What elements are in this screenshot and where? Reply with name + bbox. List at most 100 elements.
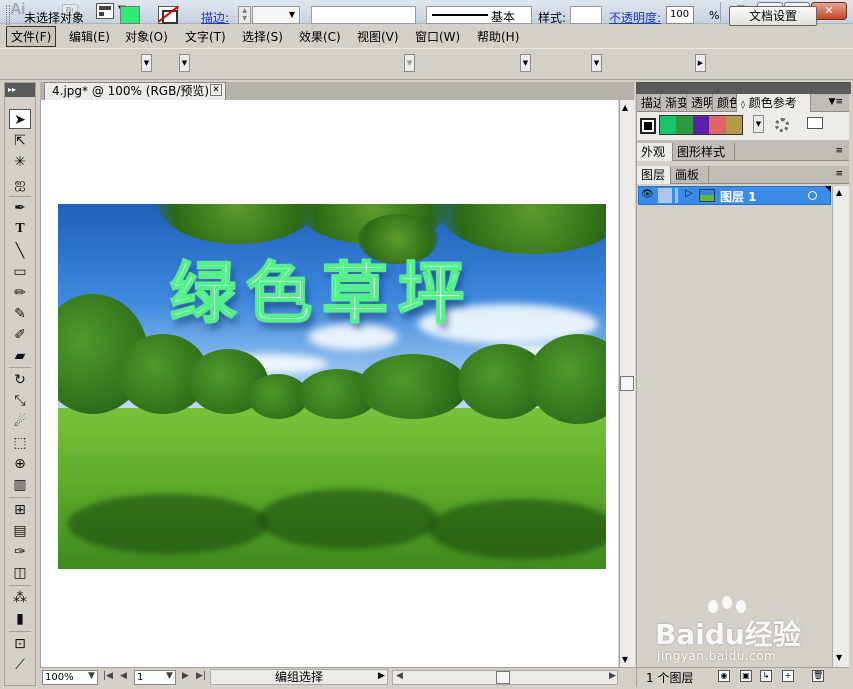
page-dropdown-icon[interactable]: ▼	[166, 671, 173, 681]
horizontal-scroll-thumb[interactable]	[496, 671, 510, 684]
scroll-up-icon[interactable]: ▲	[622, 103, 628, 112]
tools-panel-header[interactable]: ▸▸	[5, 83, 35, 97]
graphic-style-swatch[interactable]	[570, 6, 602, 24]
visibility-eye-icon[interactable]: 👁	[641, 189, 654, 200]
stroke-weight-field[interactable]: ▼	[252, 6, 300, 24]
tab-stroke[interactable]: 描边	[637, 94, 661, 112]
scroll-down-icon[interactable]: ▼	[622, 655, 628, 664]
fill-swatch[interactable]	[120, 6, 140, 24]
layers-scrollbar[interactable]	[832, 186, 849, 667]
delete-layer-icon[interactable]: 🗑	[812, 670, 824, 682]
fill-dropdown-icon[interactable]: ▼	[141, 54, 152, 72]
magic-wand-tool-icon[interactable]: ✳	[9, 152, 31, 172]
panel-menu-icon[interactable]: ≡	[835, 146, 843, 156]
profile-dropdown-icon[interactable]: ▼	[404, 54, 415, 72]
direct-selection-tool-icon[interactable]: ⇱	[9, 131, 31, 151]
prev-page-icon[interactable]: ◀	[120, 671, 127, 681]
graph-tool-icon[interactable]: ▥	[9, 475, 31, 495]
lasso-tool-icon[interactable]: ஐ	[9, 174, 31, 194]
harmony-swatch[interactable]	[692, 116, 710, 134]
panel-menu-icon[interactable]: ≡	[835, 169, 843, 179]
layer-name[interactable]: 图层 1	[720, 188, 757, 205]
menu-window[interactable]: 窗口(W)	[415, 28, 460, 45]
variable-width-profile[interactable]	[311, 6, 416, 24]
placed-photo[interactable]: 绿色草坪	[58, 204, 606, 569]
tab-transparency[interactable]: 透明	[687, 94, 713, 112]
harmony-strip[interactable]	[659, 115, 743, 135]
tab-graphic-styles[interactable]: 图形样式	[673, 143, 735, 161]
scroll-left-icon[interactable]: ◀	[396, 671, 403, 681]
symbol-sprayer-tool-icon[interactable]: ⁂	[9, 588, 31, 608]
tab-gradient[interactable]: 渐变	[661, 94, 687, 112]
vertical-scroll-thumb[interactable]	[620, 376, 634, 391]
next-page-icon[interactable]: ▶	[182, 671, 189, 681]
control-bar-grip[interactable]	[6, 5, 10, 27]
warp-tool-icon[interactable]: ☄	[9, 412, 31, 432]
opacity-label[interactable]: 不透明度:	[609, 9, 661, 26]
pen-tool-icon[interactable]: ✒	[9, 198, 31, 218]
menu-file[interactable]: 文件(F)	[6, 26, 57, 47]
document-setup-button[interactable]: 文档设置	[729, 6, 817, 26]
harmony-swatch[interactable]	[725, 116, 743, 134]
shape-builder-tool-icon[interactable]: ⊕	[9, 454, 31, 474]
clipping-mask-icon[interactable]: ▣	[740, 670, 752, 682]
zoom-dropdown-icon[interactable]: ▼	[88, 671, 95, 681]
selection-tool-icon[interactable]: ➤	[9, 109, 31, 129]
blend-tool-icon[interactable]: ◫	[9, 563, 31, 583]
status-text[interactable]: 编组选择	[210, 669, 388, 685]
new-layer-icon[interactable]: +	[782, 670, 794, 682]
type-tool-icon[interactable]: T	[9, 219, 31, 239]
harmony-swatch[interactable]	[709, 116, 726, 134]
headline-text[interactable]: 绿色草坪	[169, 240, 474, 336]
menu-help[interactable]: 帮助(H)	[477, 28, 519, 45]
locate-object-icon[interactable]: ◉	[718, 670, 730, 682]
tab-color-guide[interactable]: ◊ 颜色参考	[737, 94, 811, 112]
scale-tool-icon[interactable]: ⤡	[9, 391, 31, 411]
new-sublayer-icon[interactable]: ↳	[760, 670, 772, 682]
tab-close-icon[interactable]: ✕	[210, 84, 222, 96]
tab-color[interactable]: 颜色	[713, 94, 737, 112]
save-color-group-icon[interactable]	[807, 117, 823, 129]
lock-toggle[interactable]	[658, 188, 672, 203]
rectangle-tool-icon[interactable]: ▭	[9, 262, 31, 282]
pencil-tool-icon[interactable]: ✎	[9, 304, 31, 324]
menu-object[interactable]: 对象(O)	[125, 28, 168, 45]
document-tab[interactable]: 4.jpg* @ 100% (RGB/预览)	[44, 82, 226, 100]
stroke-weight-spinner[interactable]: ▲ ▼	[238, 6, 251, 24]
stroke-dropdown-icon[interactable]: ▼	[179, 54, 190, 72]
paintbrush-tool-icon[interactable]: ✏	[9, 283, 31, 303]
base-color-swatch[interactable]	[640, 118, 656, 134]
last-page-icon[interactable]: ▶|	[196, 671, 206, 681]
first-page-icon[interactable]: |◀	[103, 671, 113, 681]
eraser-tool-icon[interactable]: ▰	[9, 346, 31, 366]
opacity-dropdown-icon[interactable]: ▶	[695, 54, 706, 72]
expand-triangle-icon[interactable]: ▷	[685, 188, 693, 199]
blob-brush-tool-icon[interactable]: ✐	[9, 325, 31, 345]
harmony-swatch[interactable]	[676, 116, 693, 134]
slice-tool-icon[interactable]: ⟋	[9, 655, 31, 675]
layers-list[interactable]	[637, 205, 831, 667]
scroll-right-icon[interactable]: ▶	[609, 671, 616, 681]
tab-appearance[interactable]: 外观	[637, 143, 673, 161]
menu-select[interactable]: 选择(S)	[242, 28, 283, 45]
opacity-field[interactable]: 100	[666, 6, 694, 24]
line-tool-icon[interactable]: ╲	[9, 241, 31, 261]
tab-layers[interactable]: 图层	[637, 166, 671, 184]
target-circle-icon[interactable]	[808, 191, 817, 200]
rotate-tool-icon[interactable]: ↻	[9, 370, 31, 390]
harmony-swatch[interactable]	[660, 116, 677, 134]
status-menu-icon[interactable]: ▶	[378, 671, 385, 681]
gradient-tool-icon[interactable]: ▤	[9, 521, 31, 541]
mesh-tool-icon[interactable]: ⊞	[9, 500, 31, 520]
workspace-layout-icon[interactable]	[96, 3, 114, 19]
eyedropper-tool-icon[interactable]: ✑	[9, 542, 31, 562]
style-dropdown-icon[interactable]: ▼	[591, 54, 602, 72]
edit-colors-icon[interactable]	[775, 118, 789, 132]
harmony-dropdown-icon[interactable]: ▼	[753, 115, 764, 133]
free-transform-tool-icon[interactable]: ⬚	[9, 433, 31, 453]
menu-effect[interactable]: 效果(C)	[299, 28, 341, 45]
menu-view[interactable]: 视图(V)	[357, 28, 399, 45]
brush-dropdown-icon[interactable]: ▼	[520, 54, 531, 72]
scroll-down-icon[interactable]: ▼	[836, 653, 842, 662]
menu-type[interactable]: 文字(T)	[185, 28, 226, 45]
